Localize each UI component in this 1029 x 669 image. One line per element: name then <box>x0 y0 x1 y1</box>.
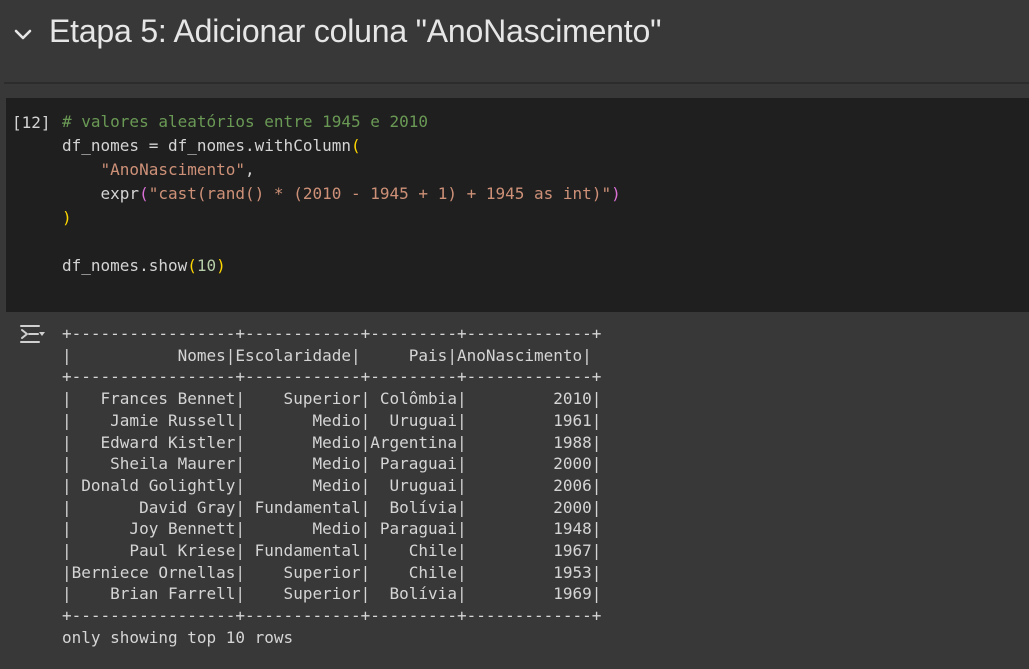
table-row: | Donald Golightly| Medio| Uruguai| 2006… <box>62 475 602 495</box>
output-footer: only showing top 10 rows <box>62 627 294 647</box>
table-row: | Frances Bennet| Superior| Colômbia| 20… <box>62 389 602 409</box>
code-token: df_nomes = df_nomes.withColumn <box>62 136 351 155</box>
output-toggle-icon[interactable] <box>18 322 46 346</box>
code-token: df_nomes.show <box>62 256 188 275</box>
text-cell-header: Etapa 5: Adicionar coluna "AnoNascimento… <box>4 0 1029 84</box>
code-cell[interactable]: [12] # valores aleatórios entre 1945 e 2… <box>6 98 1029 312</box>
table-row: | Sheila Maurer| Medio| Paraguai| 2000| <box>62 454 602 474</box>
code-editor[interactable]: # valores aleatórios entre 1945 e 2010 d… <box>62 110 621 278</box>
code-string: "cast(rand() * (2010 - 1945 + 1) + 1945 … <box>148 184 612 203</box>
code-string: "AnoNascimento" <box>100 160 246 179</box>
table-row: | David Gray| Fundamental| Bolívia| 2000… <box>62 497 602 517</box>
table-border: +-----------------+------------+--------… <box>62 367 602 387</box>
table-row: | Brian Farrell| Superior| Bolívia| 1969… <box>62 584 602 604</box>
table-border: +-----------------+------------+--------… <box>62 606 602 626</box>
output-area: +-----------------+------------+--------… <box>62 323 601 649</box>
execution-count: [12] <box>12 113 51 132</box>
table-header: | Nomes|Escolaridade| Pais|AnoNascimento… <box>62 345 592 365</box>
chevron-down-icon[interactable] <box>12 24 34 46</box>
table-row: |Berniece Ornellas| Superior| Chile| 195… <box>62 562 602 582</box>
section-heading: Etapa 5: Adicionar coluna "AnoNascimento… <box>49 13 662 49</box>
code-token: expr <box>100 184 140 203</box>
table-border: +-----------------+------------+--------… <box>62 324 602 343</box>
table-row: | Paul Kriese| Fundamental| Chile| 1967| <box>62 541 602 561</box>
table-row: | Joy Bennett| Medio| Paraguai| 1948| <box>62 519 602 539</box>
table-row: | Edward Kistler| Medio|Argentina| 1988| <box>62 432 602 452</box>
code-number: 10 <box>196 256 217 275</box>
table-row: | Jamie Russell| Medio| Uruguai| 1961| <box>62 410 602 430</box>
code-comment: # valores aleatórios entre 1945 e 2010 <box>62 112 429 131</box>
